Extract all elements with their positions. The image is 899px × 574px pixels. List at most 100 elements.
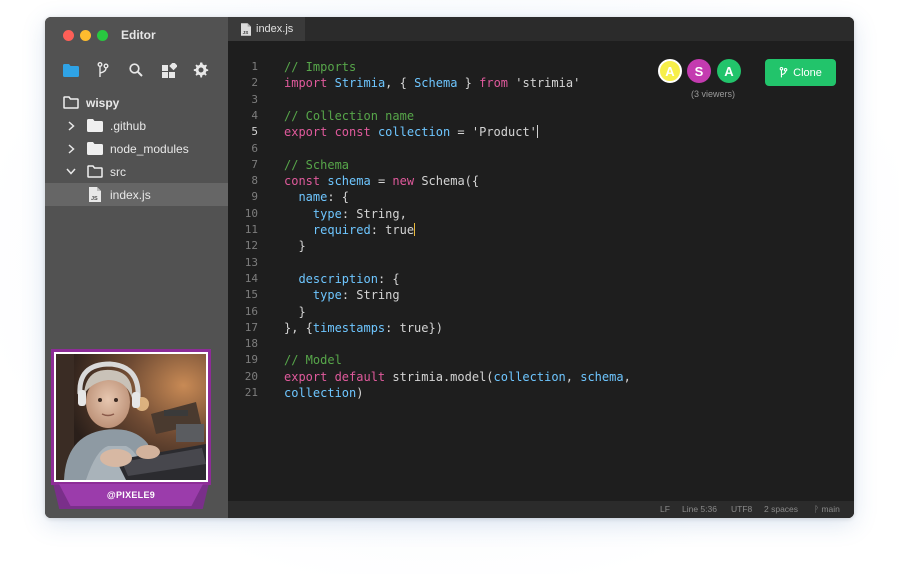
- search-icon: [129, 63, 143, 77]
- js-file-icon: JS: [241, 22, 251, 36]
- extensions-button[interactable]: [158, 59, 180, 81]
- text-cursor: [536, 125, 538, 139]
- collaborators: A S A (3 viewers): [657, 57, 769, 107]
- code-line: 15 type: String: [228, 287, 854, 303]
- tree-item-label: src: [110, 164, 126, 179]
- collaborator-avatar[interactable]: A: [658, 59, 682, 83]
- code-line: 10 type: String,: [228, 206, 854, 222]
- folder-outline-icon: [63, 96, 79, 109]
- gear-icon: [193, 62, 209, 78]
- webcam-overlay: @PIXELE9: [51, 349, 211, 509]
- status-cursor-position[interactable]: Line 5:36: [682, 504, 717, 514]
- line-number: 20: [244, 369, 258, 383]
- line-number: 15: [244, 288, 258, 302]
- line-number: 7: [251, 157, 258, 171]
- clone-button[interactable]: Clone: [765, 59, 836, 86]
- line-number: 4: [251, 108, 258, 122]
- folder-open-icon: [87, 165, 103, 178]
- code-line: 8 const schema = new Schema({: [228, 173, 854, 189]
- code-editor: JS index.js 1// Imports 2 import Strimia,…: [228, 17, 854, 518]
- code-line: 16 }: [228, 304, 854, 320]
- tree-item-label: .github: [110, 118, 147, 133]
- folder-icon: [87, 142, 103, 155]
- tab-label: index.js: [256, 23, 294, 35]
- streamer-handle: @PIXELE9: [59, 484, 203, 506]
- line-number: 9: [251, 190, 258, 204]
- tree-item-label: wispy: [86, 95, 120, 110]
- line-number: 1: [251, 60, 258, 73]
- code-line: 18: [228, 336, 854, 352]
- line-number: 5: [251, 125, 258, 139]
- git-branch-icon: [779, 67, 788, 78]
- line-number: 17: [244, 320, 258, 334]
- tree-item-label: node_modules: [110, 141, 189, 156]
- search-button[interactable]: [125, 59, 147, 81]
- code-line: 19// Model: [228, 352, 854, 368]
- tree-item-label: index.js: [110, 187, 151, 202]
- tree-item-src[interactable]: src: [45, 160, 228, 183]
- tree-item-wispy[interactable]: wispy: [45, 91, 228, 114]
- line-number: 3: [251, 92, 258, 106]
- extensions-icon: [161, 62, 177, 78]
- chevron-down-icon: [66, 167, 76, 177]
- line-number: 12: [244, 239, 258, 253]
- line-number: 16: [244, 304, 258, 318]
- collaborator-avatar[interactable]: S: [687, 59, 711, 83]
- line-number: 10: [244, 206, 258, 220]
- code-line: 7// Schema: [228, 157, 854, 173]
- code-line: 11 required: true: [228, 222, 854, 238]
- minimize-window-button[interactable]: [80, 30, 91, 41]
- status-bar: LF Line 5:36 UTF8 2 spaces ᚹ main: [228, 501, 854, 518]
- line-number: 8: [251, 174, 258, 188]
- collaborator-cursor: [414, 223, 416, 236]
- line-number: 11: [244, 223, 258, 236]
- code-line: 12 }: [228, 238, 854, 254]
- line-number: 19: [244, 353, 258, 367]
- line-number: 21: [244, 386, 258, 399]
- folder-icon: [63, 63, 79, 77]
- svg-text:JS: JS: [243, 30, 249, 35]
- tab-index-js[interactable]: JS index.js: [228, 17, 305, 41]
- code-line: 9 name: {: [228, 189, 854, 205]
- svg-text:JS: JS: [91, 196, 98, 202]
- maximize-window-button[interactable]: [97, 30, 108, 41]
- line-number: 2: [251, 76, 258, 90]
- collaborator-avatar[interactable]: A: [717, 59, 741, 83]
- code-line: 13: [228, 255, 854, 271]
- code-line: 20 export default strimia.model(collectio…: [228, 369, 854, 385]
- line-number: 6: [251, 141, 258, 155]
- sidebar-toolbar: [45, 59, 228, 81]
- code-line: 17}, {timestamps: true}): [228, 320, 854, 336]
- source-control-button[interactable]: [92, 59, 114, 81]
- tab-bar: JS index.js: [228, 17, 854, 41]
- line-number: 18: [244, 337, 258, 351]
- tree-item-github[interactable]: .github: [45, 114, 228, 137]
- code-line: 6: [228, 141, 854, 157]
- webcam-video: [56, 354, 206, 480]
- code-line: 21 collection): [228, 385, 854, 401]
- chevron-right-icon: [66, 143, 76, 154]
- line-number: 14: [244, 271, 258, 285]
- title-bar: Editor: [45, 17, 228, 53]
- status-line-ending[interactable]: LF: [660, 504, 670, 514]
- line-number: 13: [244, 255, 258, 269]
- settings-button[interactable]: [190, 59, 212, 81]
- sidebar: Editor wispy .github node_modules src JS…: [45, 17, 228, 518]
- tree-item-index-js[interactable]: JS index.js: [45, 183, 228, 206]
- clone-label: Clone: [793, 66, 822, 79]
- explorer-button[interactable]: [60, 59, 82, 81]
- code-line: 5 export const collection = 'Product': [228, 124, 854, 140]
- viewer-count: (3 viewers): [690, 89, 735, 99]
- folder-icon: [87, 119, 103, 132]
- status-branch[interactable]: ᚹ main: [814, 504, 840, 514]
- close-window-button[interactable]: [63, 30, 74, 41]
- js-file-icon: JS: [89, 187, 101, 202]
- app-title: Editor: [121, 28, 156, 42]
- editor-window: Editor wispy .github node_modules src JS…: [45, 17, 854, 518]
- status-indentation[interactable]: 2 spaces: [764, 504, 798, 514]
- tree-item-node-modules[interactable]: node_modules: [45, 137, 228, 160]
- chevron-right-icon: [66, 120, 76, 131]
- status-encoding[interactable]: UTF8: [731, 504, 752, 514]
- code-line: 14 description: {: [228, 271, 854, 287]
- git-branch-icon: [97, 62, 109, 77]
